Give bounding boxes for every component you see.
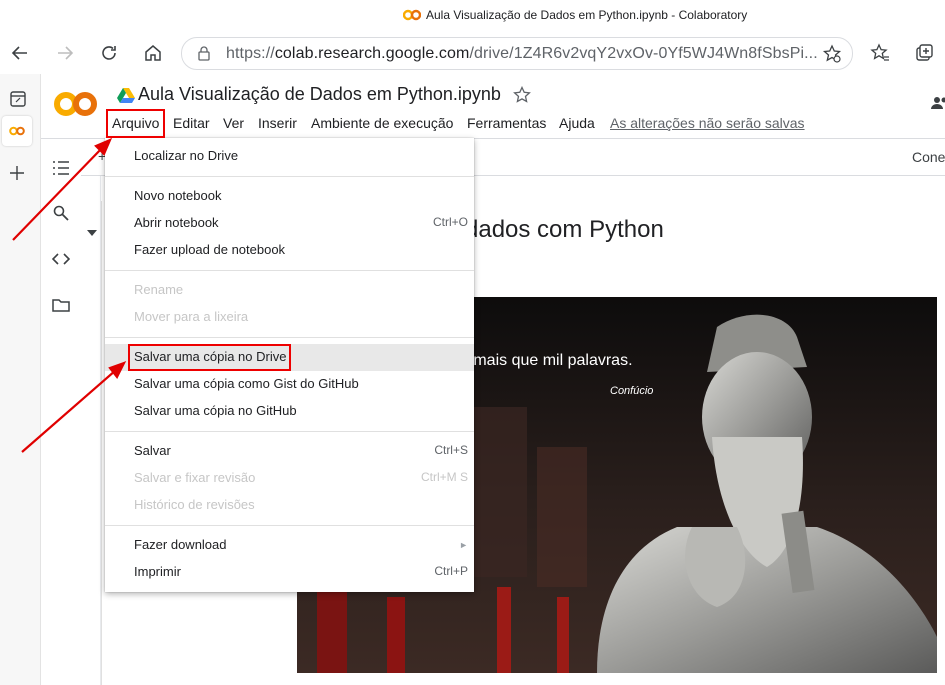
menu-item-rename: Rename [134, 282, 184, 297]
menu-ver[interactable]: Ver [223, 115, 244, 131]
menu-ambiente[interactable]: Ambiente de execução [311, 115, 453, 131]
menu-item-imprimir[interactable]: Imprimir Ctrl+P [105, 559, 474, 586]
browser-vertical-tabs [0, 74, 41, 685]
collections-button[interactable] [912, 41, 936, 65]
menu-editar[interactable]: Editar [173, 115, 210, 131]
menu-item-novo-notebook[interactable]: Novo notebook [105, 183, 474, 210]
collections-icon [916, 44, 933, 61]
menu-item-salvar[interactable]: Salvar Ctrl+S [105, 438, 474, 465]
notebook-filename[interactable]: Aula Visualização de Dados em Python.ipy… [138, 84, 501, 105]
people-icon[interactable] [930, 96, 945, 110]
colab-side-rail [41, 139, 82, 685]
home-icon [145, 45, 161, 61]
tab-actions-icon [10, 91, 26, 107]
table-of-contents-icon[interactable] [52, 160, 70, 176]
section-heading: dados com Python [465, 216, 664, 243]
menu-ajuda[interactable]: Ajuda [559, 115, 595, 131]
folder-icon[interactable] [52, 298, 70, 312]
menu-item-historico-revisoes: Histórico de revisões [134, 497, 255, 512]
quote-author: Confúcio [610, 385, 653, 397]
menu-item-salvar-fixar-revisao: Salvar e fixar revisão Ctrl+M S [134, 470, 468, 485]
colab-tab-icon [403, 9, 421, 21]
menu-item-fazer-download[interactable]: Fazer download ► [105, 532, 474, 559]
menu-item-abrir-notebook[interactable]: Abrir notebook Ctrl+O [105, 210, 474, 237]
arrow-left-icon [11, 46, 27, 60]
annotation-box-salvar-copia [128, 344, 291, 371]
browser-toolbar: https://colab.research.google.com/drive/… [0, 32, 945, 75]
colab-tab[interactable] [2, 116, 32, 146]
address-bar[interactable]: https://colab.research.google.com/drive/… [181, 37, 853, 70]
menu-item-salvar-copia-gist[interactable]: Salvar uma cópia como Gist do GitHub [105, 371, 474, 398]
colab-logo [54, 92, 97, 116]
favorites-button[interactable] [868, 41, 892, 65]
reload-icon [102, 46, 116, 60]
colab-header: Aula Visualização de Dados em Python.ipy… [41, 74, 945, 139]
cell-gutter [81, 176, 101, 685]
collapse-caret-icon[interactable] [87, 229, 97, 237]
menu-item-salvar-copia-github[interactable]: Salvar uma cópia no GitHub [105, 398, 474, 425]
url-text: https://colab.research.google.com/drive/… [226, 45, 818, 62]
menu-item-upload-notebook[interactable]: Fazer upload de notebook [105, 237, 474, 264]
star-icon[interactable] [513, 86, 531, 104]
quote-text: e mais que mil palavras. [460, 352, 633, 369]
menu-separator [105, 337, 474, 338]
menu-ferramentas[interactable]: Ferramentas [467, 115, 546, 131]
home-button[interactable] [141, 41, 165, 65]
connect-button[interactable]: Cone [912, 149, 945, 165]
menu-separator [105, 525, 474, 526]
lock-icon [198, 46, 210, 61]
arrow-right-icon [58, 46, 74, 60]
code-snippets-icon[interactable] [52, 252, 70, 266]
search-icon[interactable] [53, 205, 69, 221]
cell-divider [101, 201, 102, 685]
annotation-box-arquivo [106, 109, 165, 138]
menu-inserir[interactable]: Inserir [258, 115, 297, 131]
menu-separator [105, 431, 474, 432]
forward-button[interactable] [53, 41, 77, 65]
submenu-arrow-icon: ► [459, 540, 468, 550]
tab-actions-button[interactable] [9, 90, 27, 108]
back-button[interactable] [8, 41, 32, 65]
plus-icon [10, 166, 24, 180]
menu-item-localizar-no-drive[interactable]: Localizar no Drive [105, 143, 474, 170]
menu-item-mover-lixeira: Mover para a lixeira [134, 309, 249, 324]
colab-tab-icon [9, 126, 25, 136]
menu-separator [105, 270, 474, 271]
add-favorite-icon[interactable] [822, 44, 842, 64]
google-drive-icon [117, 88, 135, 103]
window-titlebar: Aula Visualização de Dados em Python.ipy… [0, 0, 945, 32]
window-title: Aula Visualização de Dados em Python.ipy… [426, 8, 748, 22]
favorites-star-icon [870, 43, 889, 61]
new-tab-button[interactable] [8, 164, 26, 182]
unsaved-changes-link[interactable]: As alterações não serão salvas [610, 115, 805, 131]
reload-button[interactable] [97, 41, 121, 65]
menu-separator [105, 176, 474, 177]
